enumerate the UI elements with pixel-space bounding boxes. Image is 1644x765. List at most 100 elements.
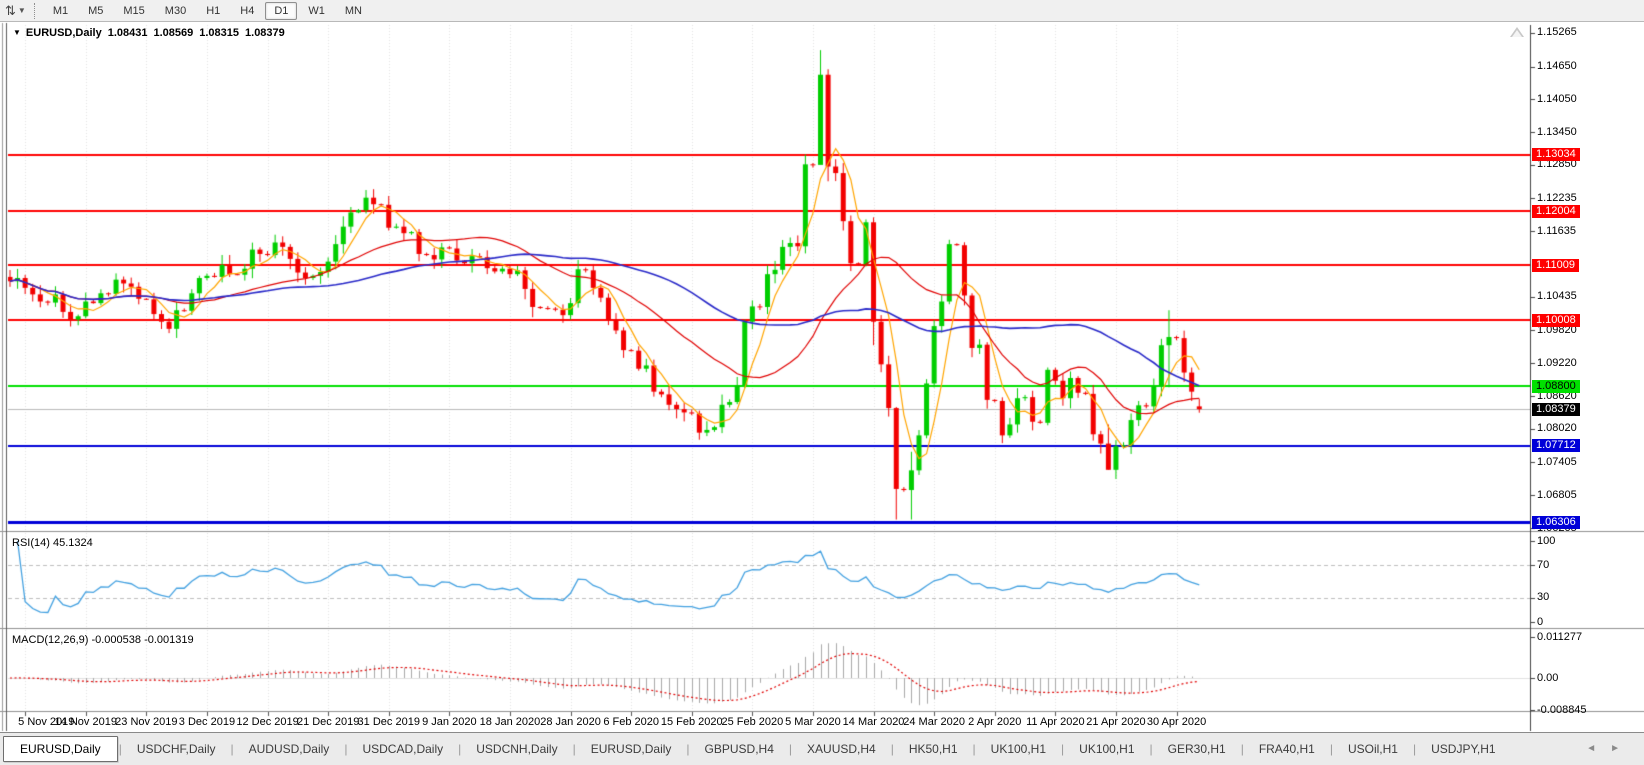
hline-price-label: 1.12004 bbox=[1532, 205, 1580, 218]
chart-tab-audusd-daily[interactable]: AUDUSD,Daily bbox=[235, 736, 344, 762]
price-axis-label: 1.09220 bbox=[1537, 357, 1577, 370]
chart-tab-uk100-h1[interactable]: UK100,H1 bbox=[1065, 736, 1148, 762]
timeframe-button-m30[interactable]: M30 bbox=[156, 2, 195, 20]
hline-price-label: 1.10008 bbox=[1532, 314, 1580, 327]
tab-scroll-right-icon[interactable]: ► bbox=[1610, 743, 1634, 754]
hline-price-label: 1.08800 bbox=[1532, 380, 1580, 393]
price-axis-label: 1.13450 bbox=[1537, 126, 1577, 139]
date-label: 6 Feb 2020 bbox=[603, 716, 659, 728]
timeframe-button-w1[interactable]: W1 bbox=[299, 2, 334, 20]
date-label: 5 Mar 2020 bbox=[785, 716, 841, 728]
hline-price-label: 1.11009 bbox=[1532, 259, 1579, 272]
tab-separator: | bbox=[1150, 742, 1153, 756]
price-axis-label: 1.15265 bbox=[1537, 26, 1577, 39]
chart-tab-usdchf-daily[interactable]: USDCHF,Daily bbox=[123, 736, 230, 762]
tab-separator: | bbox=[458, 742, 461, 756]
date-label: 31 Dec 2019 bbox=[358, 716, 420, 728]
tab-separator: | bbox=[891, 742, 894, 756]
tab-separator: | bbox=[573, 742, 576, 756]
date-label: 30 Apr 2020 bbox=[1147, 716, 1206, 728]
tab-separator: | bbox=[231, 742, 234, 756]
macd-indicator-label: MACD(12,26,9) -0.000538 -0.001319 bbox=[12, 634, 194, 646]
hline-price-label: 1.13034 bbox=[1532, 148, 1580, 161]
date-label: 21 Dec 2019 bbox=[297, 716, 359, 728]
rsi-axis-label: 0 bbox=[1537, 616, 1543, 629]
tab-scroll-arrows: ◄► bbox=[1586, 743, 1634, 754]
chart-tab-usoil-h1[interactable]: USOil,H1 bbox=[1334, 736, 1412, 762]
chart-dropdown-arrow-icon[interactable]: ▼ bbox=[13, 28, 21, 37]
date-label: 21 Apr 2020 bbox=[1086, 716, 1145, 728]
chart-canvas[interactable] bbox=[0, 22, 1644, 732]
price-axis-label: 1.14050 bbox=[1537, 93, 1577, 106]
date-label: 14 Nov 2019 bbox=[55, 716, 117, 728]
price-axis-label: 1.11635 bbox=[1537, 225, 1576, 238]
chart-open-value: 1.08431 bbox=[108, 27, 148, 39]
tab-separator: | bbox=[1241, 742, 1244, 756]
chart-tab-uk100-h1[interactable]: UK100,H1 bbox=[977, 736, 1060, 762]
tick-chart-icon[interactable]: ⇅ bbox=[5, 1, 16, 21]
date-label: 23 Nov 2019 bbox=[115, 716, 177, 728]
price-axis-label: 1.14650 bbox=[1537, 60, 1577, 73]
chart-tab-xauusd-h4[interactable]: XAUUSD,H4 bbox=[793, 736, 890, 762]
hline-price-label: 1.07712 bbox=[1532, 439, 1580, 452]
date-label: 2 Apr 2020 bbox=[968, 716, 1021, 728]
timeframe-button-h4[interactable]: H4 bbox=[231, 2, 263, 20]
macd-axis-label: 0.011277 bbox=[1537, 631, 1582, 644]
timeframe-buttons: M1M5M15M30H1H4D1W1MN bbox=[43, 2, 372, 20]
chart-tab-usdcnh-daily[interactable]: USDCNH,Daily bbox=[462, 736, 571, 762]
tab-separator: | bbox=[1061, 742, 1064, 756]
date-label: 15 Feb 2020 bbox=[661, 716, 723, 728]
price-axis-label: 1.10435 bbox=[1537, 290, 1577, 303]
date-label: 3 Dec 2019 bbox=[179, 716, 235, 728]
hline-price-label: 1.06306 bbox=[1532, 516, 1580, 529]
date-label: 25 Feb 2020 bbox=[721, 716, 783, 728]
date-label: 9 Jan 2020 bbox=[422, 716, 476, 728]
timeframe-button-h1[interactable]: H1 bbox=[197, 2, 229, 20]
tab-separator: | bbox=[119, 742, 122, 756]
timeframe-button-d1[interactable]: D1 bbox=[265, 2, 297, 20]
date-label: 12 Dec 2019 bbox=[236, 716, 298, 728]
chart-low-value: 1.08315 bbox=[199, 27, 239, 39]
tab-scroll-left-icon[interactable]: ◄ bbox=[1586, 743, 1610, 754]
date-label: 14 Mar 2020 bbox=[843, 716, 905, 728]
date-label: 24 Mar 2020 bbox=[903, 716, 965, 728]
price-axis-label: 1.08020 bbox=[1537, 422, 1577, 435]
timeframe-button-mn[interactable]: MN bbox=[336, 2, 371, 20]
macd-axis-label: 0.00 bbox=[1537, 672, 1558, 685]
date-label: 11 Apr 2020 bbox=[1026, 716, 1085, 728]
chart-tab-eurusd-daily[interactable]: EURUSD,Daily bbox=[3, 736, 118, 762]
chart-tab-bar: EURUSD,Daily|USDCHF,Daily|AUDUSD,Daily|U… bbox=[0, 732, 1644, 765]
timeframe-button-m5[interactable]: M5 bbox=[79, 2, 112, 20]
chart-title: ▼ EURUSD,Daily 1.08431 1.08569 1.08315 1.0837… bbox=[13, 27, 291, 39]
chart-high-value: 1.08569 bbox=[153, 27, 193, 39]
toolbar: ⇅ ▼ M1M5M15M30H1H4D1W1MN bbox=[0, 0, 1644, 22]
rsi-axis-label: 70 bbox=[1537, 559, 1549, 572]
rsi-axis-label: 30 bbox=[1537, 591, 1549, 604]
chart-tab-gbpusd-h4[interactable]: GBPUSD,H4 bbox=[691, 736, 788, 762]
timeframe-button-m15[interactable]: M15 bbox=[114, 2, 153, 20]
chart-tabs: EURUSD,Daily|USDCHF,Daily|AUDUSD,Daily|U… bbox=[3, 736, 1510, 762]
chart-tab-usdcad-daily[interactable]: USDCAD,Daily bbox=[348, 736, 457, 762]
timeframe-button-m1[interactable]: M1 bbox=[44, 2, 77, 20]
price-axis-label: 1.07405 bbox=[1537, 456, 1577, 469]
toolbar-grip[interactable] bbox=[34, 3, 35, 19]
chart-shift-marker-icon[interactable] bbox=[1510, 27, 1524, 37]
price-axis-label: 1.06805 bbox=[1537, 489, 1577, 502]
chart-tab-fra40-h1[interactable]: FRA40,H1 bbox=[1245, 736, 1329, 762]
tab-separator: | bbox=[686, 742, 689, 756]
chart-tab-usdjpy-h1[interactable]: USDJPY,H1 bbox=[1417, 736, 1509, 762]
tab-separator: | bbox=[1330, 742, 1333, 756]
chart-tab-ger30-h1[interactable]: GER30,H1 bbox=[1154, 736, 1240, 762]
chart-close-value: 1.08379 bbox=[245, 27, 285, 39]
toolbar-dropdown-arrow-icon[interactable]: ▼ bbox=[18, 6, 26, 15]
chart-tab-hk50-h1[interactable]: HK50,H1 bbox=[895, 736, 972, 762]
chart-tab-eurusd-daily[interactable]: EURUSD,Daily bbox=[577, 736, 686, 762]
rsi-indicator-label: RSI(14) 45.1324 bbox=[12, 537, 93, 549]
date-label: 28 Jan 2020 bbox=[540, 716, 601, 728]
rsi-axis-label: 100 bbox=[1537, 535, 1555, 548]
current-price-label: 1.08379 bbox=[1532, 403, 1580, 416]
chart-symbol-label: EURUSD,Daily bbox=[26, 27, 102, 39]
mt4-window: ⇅ ▼ M1M5M15M30H1H4D1W1MN ▼ EURUSD,Daily 1.… bbox=[0, 0, 1644, 765]
tab-separator: | bbox=[344, 742, 347, 756]
tab-separator: | bbox=[789, 742, 792, 756]
